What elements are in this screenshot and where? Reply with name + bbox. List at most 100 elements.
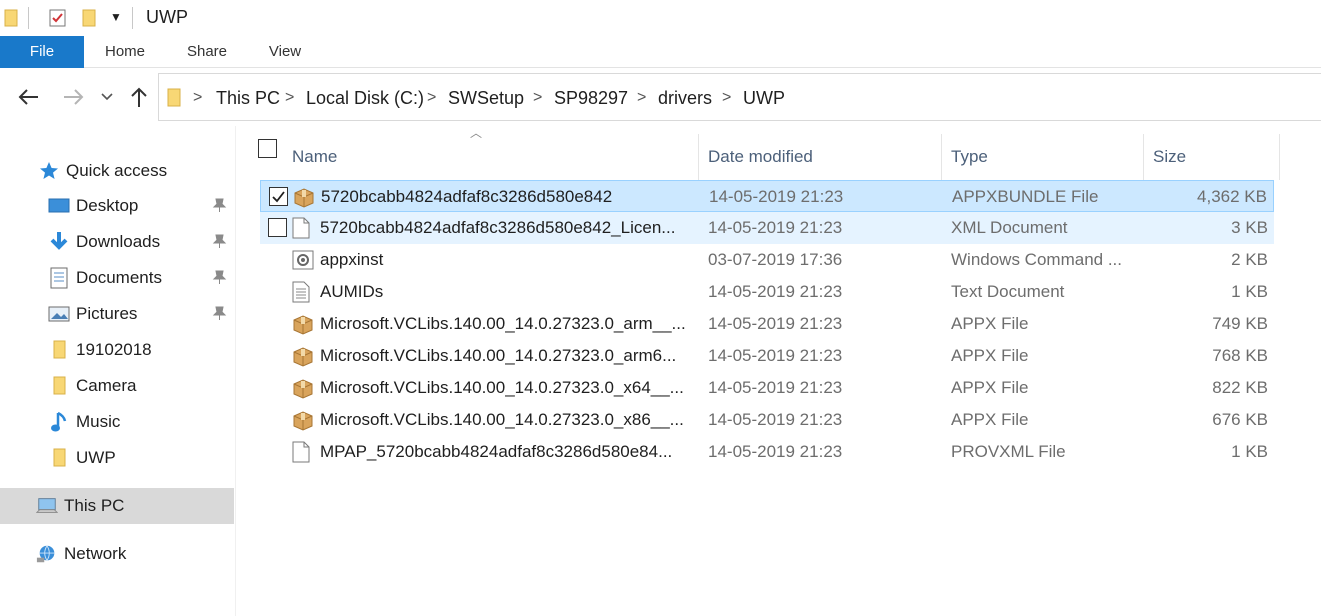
sidebar-item-19102018[interactable]: 19102018 [48,332,152,368]
up-arrow-icon [131,87,147,107]
desktop-icon [48,195,70,217]
column-header-size[interactable]: Size [1145,134,1280,180]
file-date-modified: 14-05-2019 21:23 [708,410,843,429]
package-icon [292,377,314,399]
file-row[interactable]: AUMIDs 14-05-2019 21:23 Text Document 1 KB [260,276,1274,308]
sidebar-item-label: Downloads [76,232,161,251]
file-type: APPX File [951,346,1029,365]
breadcrumb-chevron-icon[interactable]: > [722,89,731,107]
properties-icon[interactable] [48,8,68,28]
sidebar-item-uwp[interactable]: UWP [48,440,116,476]
document-icon [292,217,314,239]
breadcrumb-chevron-icon[interactable]: > [637,89,646,107]
column-header-type[interactable]: Type [943,134,1144,180]
ribbon: File Home Share View [0,36,1321,68]
sidebar-item-label: Pictures [76,304,138,323]
sidebar-item-downloads[interactable]: Downloads [48,224,160,260]
address-bar[interactable]: > This PC > Local Disk (C:) > SWSetup > … [158,73,1321,121]
column-header-label: Size [1153,147,1187,166]
file-row[interactable]: Microsoft.VCLibs.140.00_14.0.27323.0_x64… [260,372,1274,404]
file-date-modified: 14-05-2019 21:23 [708,282,843,301]
breadcrumb-chevron-icon[interactable]: > [427,89,436,107]
file-row[interactable]: Microsoft.VCLibs.140.00_14.0.27323.0_arm… [260,340,1274,372]
select-all-checkbox[interactable] [258,139,277,158]
breadcrumb-drivers[interactable]: drivers [658,88,712,109]
sidebar-item-label: 19102018 [76,340,152,359]
row-checkbox[interactable] [269,187,288,206]
file-date-modified: 14-05-2019 21:23 [708,314,843,333]
tab-home[interactable]: Home [96,36,154,68]
sidebar-item-label: Network [64,544,127,563]
sidebar-item-label: Music [76,412,121,431]
folder-icon [48,447,70,469]
breadcrumb-chevron-icon[interactable]: > [285,89,294,107]
new-folder-icon[interactable] [82,8,98,28]
document-icon [292,441,314,463]
breadcrumb-chevron-icon[interactable]: > [533,89,542,107]
file-date-modified: 03-07-2019 17:36 [708,250,843,269]
tab-share[interactable]: Share [176,36,238,68]
tab-file[interactable]: File [0,36,84,68]
sidebar-item-label: Desktop [76,196,139,215]
column-header-label: Date modified [708,147,813,166]
tab-view[interactable]: View [260,36,310,68]
breadcrumb-local-disk[interactable]: Local Disk (C:) [306,88,424,109]
sidebar-item-quick-access[interactable]: Quick access [38,153,167,189]
file-type: Windows Command ... [951,250,1122,269]
file-name: Microsoft.VCLibs.140.00_14.0.27323.0_x64… [320,378,684,397]
sidebar-item-network[interactable]: Network [36,536,126,572]
text-file-icon [292,281,314,303]
file-list: ︿ Name Date modified Type Size 5720bcabb… [246,126,1321,616]
file-size: 1 KB [1231,442,1268,461]
title-bar: ▼ UWP [0,0,1321,36]
column-header-date[interactable]: Date modified [700,134,942,180]
pin-icon[interactable] [212,233,228,249]
row-checkbox[interactable] [268,218,287,237]
customize-quick-access-chevron-icon[interactable]: ▼ [110,10,122,24]
file-type: APPX File [951,378,1029,397]
sidebar-item-camera[interactable]: Camera [48,368,136,404]
title-separator [28,7,29,29]
file-row[interactable]: MPAP_5720bcabb4824adfaf8c3286d580e84... 1… [260,436,1274,468]
sidebar-item-label: This PC [64,496,125,515]
column-header-name[interactable]: Name [284,134,699,180]
file-name: MPAP_5720bcabb4824adfaf8c3286d580e84... [320,442,673,461]
star-icon [38,160,60,182]
breadcrumb-uwp[interactable]: UWP [743,88,785,109]
sidebar-item-desktop[interactable]: Desktop [48,188,138,224]
pin-icon[interactable] [212,305,228,321]
folder-icon[interactable] [4,8,20,28]
file-row[interactable]: Microsoft.VCLibs.140.00_14.0.27323.0_arm… [260,308,1274,340]
up-button[interactable] [126,84,152,110]
file-row[interactable]: Microsoft.VCLibs.140.00_14.0.27323.0_x86… [260,404,1274,436]
file-row[interactable]: 5720bcabb4824adfaf8c3286d580e842_Licen..… [260,212,1274,244]
pin-icon[interactable] [212,197,228,213]
file-row[interactable]: 5720bcabb4824adfaf8c3286d580e842 14-05-20… [260,180,1274,212]
breadcrumb-swsetup[interactable]: SWSetup [448,88,524,109]
sidebar-item-this-pc[interactable]: This PC [0,488,234,524]
package-icon [292,345,314,367]
sidebar-item-documents[interactable]: Documents [48,260,162,296]
file-name: Microsoft.VCLibs.140.00_14.0.27323.0_arm… [320,314,686,333]
breadcrumb-chevron-icon[interactable]: > [193,89,202,107]
recent-locations-button[interactable] [96,84,118,110]
file-type: XML Document [951,218,1068,237]
column-header-label: Type [951,147,988,166]
sidebar-item-label: Quick access [66,161,168,180]
breadcrumb-this-pc[interactable]: This PC [216,88,280,109]
checkmark-icon [272,191,285,203]
sidebar-item-pictures[interactable]: Pictures [48,296,137,332]
file-name: Microsoft.VCLibs.140.00_14.0.27323.0_x86… [320,410,684,429]
file-type: APPXBUNDLE File [952,187,1099,206]
pin-icon[interactable] [212,269,228,285]
file-row[interactable]: appxinst 03-07-2019 17:36 Windows Command … [260,244,1274,276]
file-type: Text Document [951,282,1065,301]
back-button[interactable] [16,84,42,110]
folder-icon [167,88,181,107]
file-date-modified: 14-05-2019 21:23 [709,187,844,206]
forward-button[interactable] [60,84,86,110]
breadcrumb-sp98297[interactable]: SP98297 [554,88,628,109]
back-arrow-icon [18,89,38,105]
sidebar-item-music[interactable]: Music [48,404,120,440]
column-header-label: Name [292,147,338,166]
